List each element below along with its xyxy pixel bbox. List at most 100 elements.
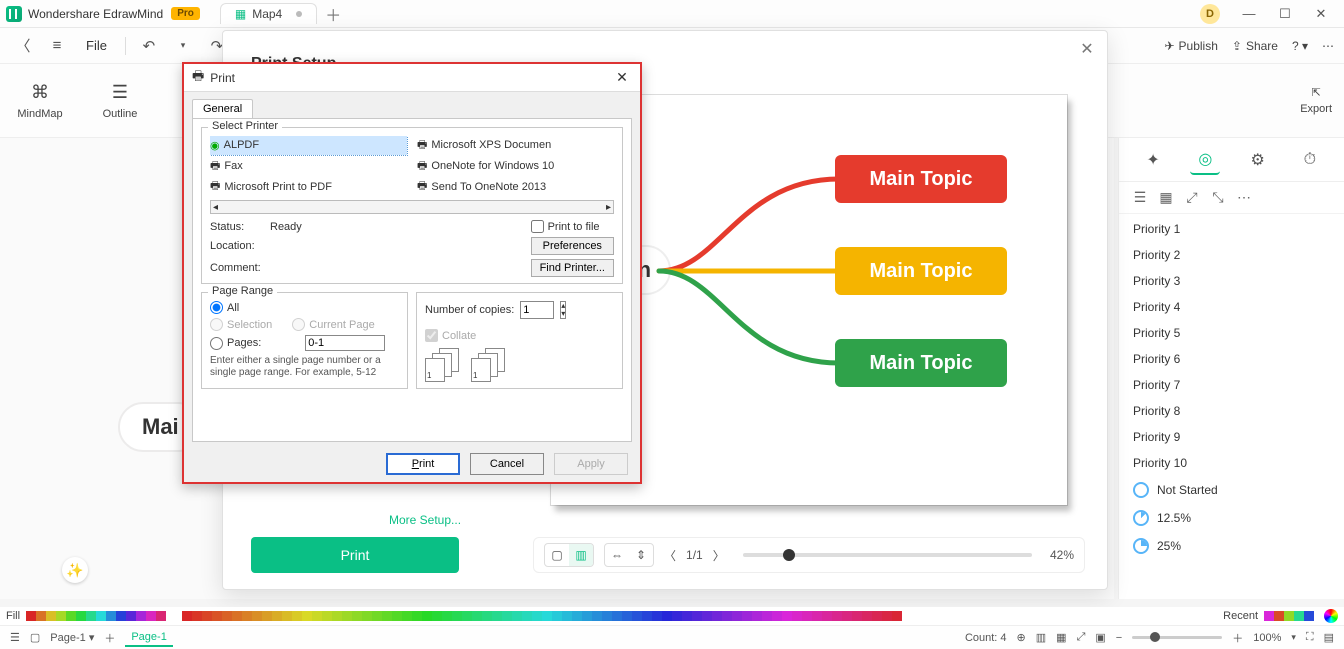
- collapse-icon[interactable]: ⤡: [1207, 187, 1229, 209]
- swatch[interactable]: [96, 611, 106, 621]
- swatch[interactable]: [442, 611, 452, 621]
- priority-item[interactable]: Priority 6: [1133, 352, 1330, 366]
- swatch[interactable]: [292, 611, 302, 621]
- swatch[interactable]: [452, 611, 462, 621]
- minimize-button[interactable]: —: [1232, 2, 1266, 26]
- range-all[interactable]: All: [210, 301, 399, 314]
- swatch[interactable]: [136, 611, 146, 621]
- pages-input[interactable]: [305, 335, 385, 351]
- new-tab-button[interactable]: ＋: [323, 4, 343, 24]
- undo-button[interactable]: ↶: [136, 33, 162, 59]
- zoom-dropdown[interactable]: ▾: [1291, 632, 1296, 643]
- swatch[interactable]: [602, 611, 612, 621]
- swatch[interactable]: [76, 611, 86, 621]
- swatch[interactable]: [752, 611, 762, 621]
- swatch[interactable]: [702, 611, 712, 621]
- swatch[interactable]: [1274, 611, 1284, 621]
- printer-list[interactable]: ◉ALPDF 🖶Microsoft XPS Documen 🖶Fax 🖶OneN…: [210, 136, 614, 196]
- sb-layers-icon[interactable]: ▥: [1036, 631, 1046, 644]
- panel-toggle-icon[interactable]: ▤: [1324, 631, 1334, 644]
- swatch[interactable]: [542, 611, 552, 621]
- marks-tab-ai[interactable]: ✦: [1138, 145, 1168, 175]
- swatch[interactable]: [46, 611, 56, 621]
- swatch[interactable]: [522, 611, 532, 621]
- avatar[interactable]: D: [1200, 4, 1220, 24]
- swatch[interactable]: [242, 611, 252, 621]
- swatch[interactable]: [782, 611, 792, 621]
- swatch[interactable]: [66, 611, 76, 621]
- swatch[interactable]: [26, 611, 36, 621]
- swatch[interactable]: [146, 611, 156, 621]
- swatch[interactable]: [472, 611, 482, 621]
- printer-item[interactable]: 🖶Fax: [210, 157, 407, 176]
- swatch[interactable]: [722, 611, 732, 621]
- marks-tab-history[interactable]: ⏱: [1295, 145, 1325, 175]
- swatch[interactable]: [552, 611, 562, 621]
- swatch[interactable]: [302, 611, 312, 621]
- more-setup-link[interactable]: More Setup...: [389, 513, 461, 527]
- back-button[interactable]: 〈: [10, 33, 36, 59]
- swatch[interactable]: [116, 611, 126, 621]
- swatch[interactable]: [502, 611, 512, 621]
- preferences-button[interactable]: Preferences: [531, 237, 614, 255]
- printer-item[interactable]: 🖶Microsoft XPS Documen: [417, 136, 614, 155]
- swatch[interactable]: [106, 611, 116, 621]
- print-to-file-checkbox[interactable]: [531, 220, 544, 233]
- preview-single-page[interactable]: ▢: [545, 544, 569, 566]
- swatch[interactable]: [712, 611, 722, 621]
- marks-tab-tags[interactable]: ◎: [1190, 145, 1220, 175]
- printer-item[interactable]: 🖶OneNote for Windows 10: [417, 157, 614, 176]
- progress-item[interactable]: Not Started: [1133, 482, 1330, 498]
- swatch[interactable]: [612, 611, 622, 621]
- swatch[interactable]: [382, 611, 392, 621]
- view-outline[interactable]: ☰Outline: [92, 82, 148, 120]
- swatch[interactable]: [392, 611, 402, 621]
- swatch[interactable]: [272, 611, 282, 621]
- swatch[interactable]: [182, 611, 192, 621]
- swatch[interactable]: [312, 611, 322, 621]
- print-setup-print-button[interactable]: Print: [251, 537, 459, 573]
- progress-item[interactable]: 25%: [1133, 538, 1330, 554]
- range-all-radio[interactable]: [210, 301, 223, 314]
- doc-tab[interactable]: ▦ Map4: [220, 3, 317, 24]
- swatch[interactable]: [592, 611, 602, 621]
- swatch[interactable]: [492, 611, 502, 621]
- preview-fit-width[interactable]: ⇔: [605, 544, 629, 566]
- fill-swatches[interactable]: [26, 611, 166, 621]
- range-current[interactable]: Current Page: [292, 318, 374, 331]
- priority-item[interactable]: Priority 10: [1133, 456, 1330, 470]
- preview-fit-height[interactable]: ⇕: [629, 544, 653, 566]
- swatch[interactable]: [402, 611, 412, 621]
- swatch[interactable]: [362, 611, 372, 621]
- swatch[interactable]: [212, 611, 222, 621]
- swatch[interactable]: [632, 611, 642, 621]
- swatch[interactable]: [482, 611, 492, 621]
- print-to-file-check[interactable]: Print to file: [531, 220, 614, 233]
- undo-dropdown[interactable]: ▾: [170, 33, 196, 59]
- range-pages-radio[interactable]: [210, 337, 223, 350]
- page-tab[interactable]: Page-1: [125, 629, 172, 647]
- menu-button[interactable]: ≡: [44, 33, 70, 59]
- print-button[interactable]: Print: [386, 453, 460, 475]
- swatch[interactable]: [802, 611, 812, 621]
- preview-next-page[interactable]: 〉: [713, 547, 725, 564]
- swatch[interactable]: [862, 611, 872, 621]
- swatch[interactable]: [262, 611, 272, 621]
- swatch[interactable]: [1264, 611, 1274, 621]
- priority-item[interactable]: Priority 5: [1133, 326, 1330, 340]
- swatch[interactable]: [36, 611, 46, 621]
- printer-item[interactable]: ◉ALPDF: [210, 136, 407, 155]
- swatch[interactable]: [662, 611, 672, 621]
- slider-knob[interactable]: [783, 549, 795, 561]
- swatch[interactable]: [872, 611, 882, 621]
- swatch[interactable]: [126, 611, 136, 621]
- printer-item[interactable]: 🖶Microsoft Print to PDF: [210, 177, 407, 196]
- swatch[interactable]: [732, 611, 742, 621]
- printer-hscroll[interactable]: ◂▸: [210, 200, 614, 214]
- print-dialog-close[interactable]: ✕: [612, 68, 632, 88]
- sb-grid-icon[interactable]: ▦: [1056, 631, 1066, 644]
- swatch[interactable]: [512, 611, 522, 621]
- swatch[interactable]: [332, 611, 342, 621]
- swatch[interactable]: [192, 611, 202, 621]
- range-selection[interactable]: Selection: [210, 318, 272, 331]
